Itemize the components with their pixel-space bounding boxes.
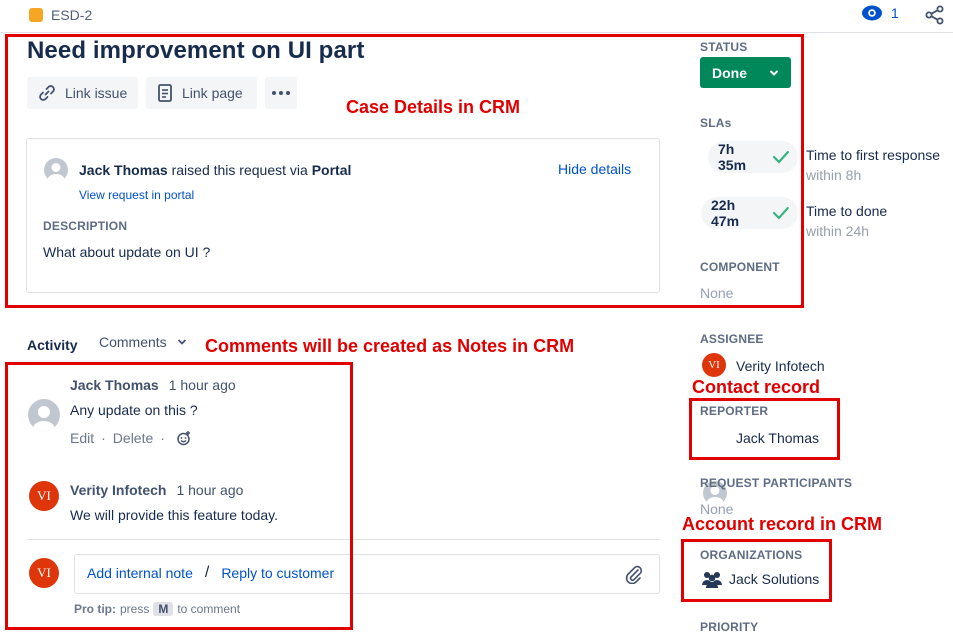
share-button[interactable] [925,5,945,30]
case-details-annotation: Case Details in CRM [346,97,521,117]
comments-annotation-box [5,362,353,630]
assignee-label: ASSIGNEE [700,332,764,346]
sla-name: Time to first response [806,147,941,163]
activity-filter-label: Comments [99,334,167,350]
attachment-icon[interactable] [624,564,644,584]
account-record-annotation: Account record in CRM [682,514,883,534]
case-details-annotation-box [5,34,804,308]
watchers-count: 1 [891,5,899,21]
contact-record-annotation: Contact record [692,377,821,397]
request-participants-label: REQUEST PARTICIPANTS [700,476,853,490]
assignee-name[interactable]: Verity Infotech [736,358,825,374]
sla-target: within 24h [806,223,870,239]
eye-icon [862,5,882,21]
issue-key-link[interactable]: ESD-2 [51,7,92,23]
chevron-down-icon [177,339,186,345]
priority-label: PRIORITY [700,620,759,633]
header-divider [0,32,953,33]
watch-button[interactable]: 1 [861,4,899,22]
lightbulb-icon [29,8,43,22]
account-record-annotation-box [681,539,832,602]
sla-name: Time to done [806,203,888,219]
breadcrumb: ESD-2 [29,7,92,23]
activity-heading: Activity [27,337,78,353]
activity-filter-dropdown[interactable]: Comments [99,334,187,350]
share-icon [925,5,944,25]
contact-record-annotation-box [689,398,840,460]
sla-target: within 8h [806,167,862,183]
assignee-avatar: VI [702,353,726,377]
comments-annotation: Comments will be created as Notes in CRM [205,336,575,356]
avatar-initials: VI [708,359,720,371]
